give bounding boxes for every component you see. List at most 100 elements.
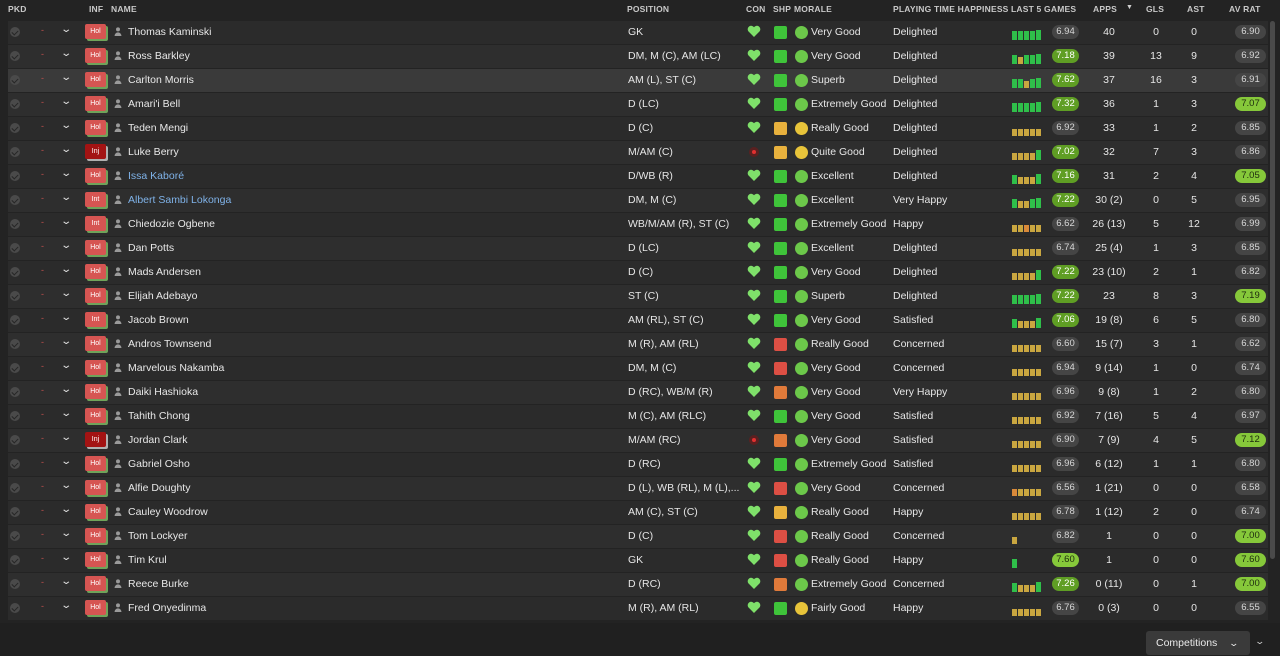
pick-checkbox[interactable] — [10, 387, 20, 397]
table-row[interactable]: - ⌄ Hol Alfie Doughty D (L), WB (RL), M (L),… — [8, 477, 1268, 500]
player-name[interactable]: Fred Onyedinma — [128, 602, 206, 614]
player-name[interactable]: Tom Lockyer — [128, 530, 188, 542]
col-pkd[interactable]: PKD — [8, 4, 27, 14]
col-shp[interactable]: SHP — [773, 4, 791, 14]
player-name[interactable]: Cauley Woodrow — [128, 506, 208, 518]
table-row[interactable]: - ⌄ Hol Dan Potts D (LC) Excellent Delighted 6.… — [8, 237, 1268, 260]
table-row[interactable]: - ⌄ Hol Marvelous Nakamba DM, M (C) Very Good… — [8, 357, 1268, 380]
pick-checkbox[interactable] — [10, 195, 20, 205]
table-row[interactable]: - ⌄ Hol Tim Krul GK Really Good Happy 7.60 1 0 0 7.… — [8, 549, 1268, 572]
player-name[interactable]: Tim Krul — [128, 554, 167, 566]
chevron-down-icon[interactable]: ⌄ — [60, 384, 72, 395]
pick-checkbox[interactable] — [10, 267, 20, 277]
table-row[interactable]: - ⌄ Int Chiedozie Ogbene WB/M/AM (R), ST (C)… — [8, 213, 1268, 236]
col-inf[interactable]: INF — [89, 4, 103, 14]
player-name[interactable]: Carlton Morris — [128, 74, 194, 86]
col-gls[interactable]: GLS — [1146, 4, 1164, 14]
table-row[interactable]: - ⌄ Hol Tahith Chong M (C), AM (RLC) Very Goo… — [8, 405, 1268, 428]
scrollbar[interactable] — [1270, 21, 1275, 559]
col-playing-time-happiness[interactable]: PLAYING TIME HAPPINESS — [893, 4, 1009, 14]
table-row[interactable]: - ⌄ Inj Luke Berry M/AM (C) Quite Good Delight… — [8, 141, 1268, 164]
table-row[interactable]: - ⌄ Hol Amari'i Bell D (LC) Extremely Good Del… — [8, 93, 1268, 116]
pick-checkbox[interactable] — [10, 507, 20, 517]
chevron-down-icon[interactable]: ⌄ — [60, 192, 72, 203]
chevron-down-icon[interactable]: ⌄ — [60, 312, 72, 323]
player-name[interactable]: Albert Sambi Lokonga — [128, 194, 231, 206]
table-row[interactable]: - ⌄ Hol Elijah Adebayo ST (C) Superb Delighted… — [8, 285, 1268, 308]
player-name[interactable]: Andros Townsend — [128, 338, 211, 350]
pick-checkbox[interactable] — [10, 171, 20, 181]
chevron-down-icon[interactable]: ⌄ — [60, 24, 72, 35]
pick-checkbox[interactable] — [10, 99, 20, 109]
col-position[interactable]: POSITION — [627, 4, 669, 14]
player-name[interactable]: Daiki Hashioka — [128, 386, 198, 398]
table-row[interactable]: - ⌄ Hol Thomas Kaminski GK Very Good Delighted… — [8, 21, 1268, 44]
col-av-rat[interactable]: AV RAT — [1229, 4, 1261, 14]
chevron-down-icon[interactable]: ⌄ — [60, 168, 72, 179]
pick-checkbox[interactable] — [10, 531, 20, 541]
table-row[interactable]: - ⌄ Hol Reece Burke D (RC) Extremely Good Conc… — [8, 573, 1268, 596]
chevron-down-icon[interactable]: ⌄ — [60, 288, 72, 299]
col-apps[interactable]: APPS — [1093, 4, 1117, 14]
player-name[interactable]: Alfie Doughty — [128, 482, 190, 494]
pick-checkbox[interactable] — [10, 363, 20, 373]
pick-checkbox[interactable] — [10, 27, 20, 37]
table-row[interactable]: - ⌄ Hol Teden Mengi D (C) Really Good Delighte… — [8, 117, 1268, 140]
table-row[interactable]: - ⌄ Int Jacob Brown AM (RL), ST (C) Very Good… — [8, 309, 1268, 332]
pick-checkbox[interactable] — [10, 339, 20, 349]
player-name[interactable]: Jacob Brown — [128, 314, 189, 326]
player-name[interactable]: Thomas Kaminski — [128, 26, 211, 38]
pick-checkbox[interactable] — [10, 315, 20, 325]
table-row[interactable]: - ⌄ Hol Fred Onyedinma M (R), AM (RL) Fairly … — [8, 597, 1268, 620]
pick-checkbox[interactable] — [10, 411, 20, 421]
chevron-down-icon[interactable]: ⌄ — [60, 408, 72, 419]
col-ast[interactable]: AST — [1187, 4, 1205, 14]
table-row[interactable]: - ⌄ Hol Carlton Morris AM (L), ST (C) Superb D… — [8, 69, 1268, 92]
chevron-down-icon[interactable]: ⌄ — [60, 240, 72, 251]
chevron-down-icon[interactable]: ⌄ — [60, 96, 72, 107]
col-con[interactable]: CON — [746, 4, 766, 14]
pick-checkbox[interactable] — [10, 603, 20, 613]
chevron-down-icon[interactable]: ⌄ — [60, 72, 72, 83]
chevron-down-icon[interactable]: ⌄ — [60, 480, 72, 491]
chevron-down-icon[interactable]: ⌄ — [60, 336, 72, 347]
pick-checkbox[interactable] — [10, 579, 20, 589]
pick-checkbox[interactable] — [10, 123, 20, 133]
table-row[interactable]: - ⌄ Hol Mads Andersen D (C) Very Good Delighte… — [8, 261, 1268, 284]
player-name[interactable]: Mads Andersen — [128, 266, 201, 278]
chevron-down-icon[interactable]: ⌄ — [60, 48, 72, 59]
table-row[interactable]: - ⌄ Hol Cauley Woodrow AM (C), ST (C) Really … — [8, 501, 1268, 524]
pick-checkbox[interactable] — [10, 243, 20, 253]
chevron-down-icon[interactable]: ⌄ — [60, 144, 72, 155]
chevron-down-icon[interactable]: ⌄ — [60, 456, 72, 467]
table-row[interactable]: - ⌄ Hol Ross Barkley DM, M (C), AM (LC) Very … — [8, 45, 1268, 68]
sort-desc-icon[interactable]: ▼ — [1126, 4, 1133, 11]
table-row[interactable]: - ⌄ Hol Andros Townsend M (R), AM (RL) Really… — [8, 333, 1268, 356]
pick-checkbox[interactable] — [10, 51, 20, 61]
table-row[interactable]: - ⌄ Inj Jordan Clark M/AM (RC) Very Good Satis… — [8, 429, 1268, 452]
col-morale[interactable]: MORALE — [794, 4, 832, 14]
player-name[interactable]: Amari'i Bell — [128, 98, 180, 110]
pick-checkbox[interactable] — [10, 291, 20, 301]
chevron-down-icon[interactable]: ⌄ — [60, 552, 72, 563]
chevron-down-icon[interactable]: ⌄ — [60, 360, 72, 371]
table-row[interactable]: - ⌄ Hol Gabriel Osho D (RC) Extremely Good Sat… — [8, 453, 1268, 476]
pick-checkbox[interactable] — [10, 483, 20, 493]
player-name[interactable]: Elijah Adebayo — [128, 290, 197, 302]
chevron-down-icon[interactable]: ⌄ — [60, 528, 72, 539]
pick-checkbox[interactable] — [10, 75, 20, 85]
player-name[interactable]: Luke Berry — [128, 146, 179, 158]
table-row[interactable]: - ⌄ Hol Daiki Hashioka D (RC), WB/M (R) Very … — [8, 381, 1268, 404]
player-name[interactable]: Chiedozie Ogbene — [128, 218, 215, 230]
pick-checkbox[interactable] — [10, 147, 20, 157]
chevron-down-icon[interactable]: ⌄ — [60, 600, 72, 611]
table-row[interactable]: - ⌄ Hol Issa Kaboré D/WB (R) Excellent Delight… — [8, 165, 1268, 188]
chevron-down-icon[interactable]: ⌄ — [60, 264, 72, 275]
col-name[interactable]: NAME — [111, 4, 137, 14]
player-name[interactable]: Reece Burke — [128, 578, 189, 590]
player-name[interactable]: Issa Kaboré — [128, 170, 184, 182]
player-name[interactable]: Jordan Clark — [128, 434, 188, 446]
chevron-down-icon[interactable]: ⌄ — [60, 432, 72, 443]
chevron-down-icon[interactable]: ⌄ — [60, 576, 72, 587]
table-row[interactable]: - ⌄ Int Albert Sambi Lokonga DM, M (C) Excell… — [8, 189, 1268, 212]
